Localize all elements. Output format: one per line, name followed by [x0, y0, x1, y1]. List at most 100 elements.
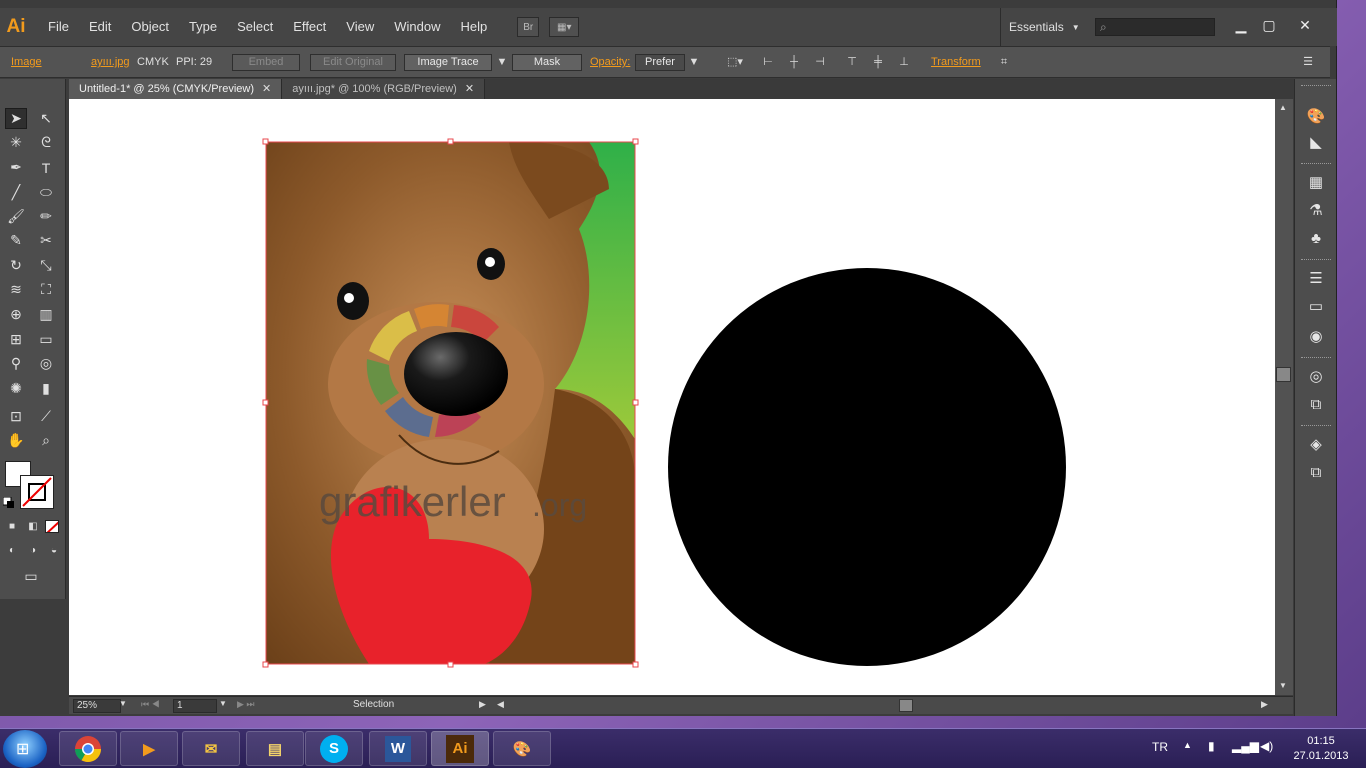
swatches-icon[interactable]: ▦ — [1305, 173, 1327, 193]
show-hidden-icons-icon[interactable]: ▲ — [1183, 740, 1192, 750]
align-horizontal-center-icon[interactable]: ┼ — [786, 55, 802, 70]
close-icon[interactable]: ✕ — [262, 79, 271, 99]
scissors-tool-icon[interactable]: ✂ — [35, 230, 57, 251]
menu-window[interactable]: Window — [384, 8, 450, 46]
taskbar-paint[interactable]: 🎨 — [493, 731, 551, 766]
transform-link[interactable]: Transform — [931, 47, 981, 78]
panel-menu-icon[interactable]: ☰ — [1300, 55, 1316, 70]
column-graph-tool-icon[interactable]: ▮ — [35, 378, 57, 399]
black-circle[interactable] — [668, 268, 1066, 666]
align-right-icon[interactable]: ⊣ — [812, 55, 828, 70]
image-trace-dropdown-icon[interactable]: ▼ — [494, 55, 510, 70]
status-menu-icon[interactable]: ▶ — [479, 699, 486, 710]
brushes-icon[interactable]: ⚗ — [1305, 201, 1327, 221]
color-guide-icon[interactable]: 🎨 — [1305, 107, 1327, 127]
scale-tool-icon[interactable]: ⤡ — [35, 255, 57, 276]
language-indicator[interactable]: TR — [1152, 740, 1168, 754]
symbol-sprayer-tool-icon[interactable]: ✺ — [5, 378, 27, 399]
handle-bottom-center[interactable] — [447, 661, 454, 668]
menu-edit[interactable]: Edit — [79, 8, 121, 46]
transparency-icon[interactable]: ◉ — [1305, 327, 1327, 347]
pencil-tool-icon[interactable]: ✏ — [35, 206, 57, 227]
taskbar-illustrator[interactable]: Ai — [431, 731, 489, 766]
taskbar-explorer[interactable]: ▤ — [246, 731, 304, 766]
taskbar-skype[interactable]: S — [305, 731, 363, 766]
handle-bottom-left[interactable] — [262, 661, 269, 668]
blend-tool-icon[interactable]: ◎ — [35, 353, 57, 374]
pen-tool-icon[interactable]: ✒ — [5, 157, 27, 178]
tab-ayiii-jpg[interactable]: ayııı.jpg* @ 100% (RGB/Preview) ✕ — [282, 79, 486, 99]
zoom-tool-icon[interactable]: ⌕ — [35, 430, 57, 451]
image-trace-button[interactable]: Image Trace — [404, 54, 492, 71]
mesh-tool-icon[interactable]: ⊞ — [5, 329, 27, 350]
network-signal-icon[interactable]: ▂▄▆ — [1232, 739, 1259, 753]
selection-tool-icon[interactable]: ➤ — [5, 108, 27, 129]
scrollbar-thumb[interactable] — [1276, 367, 1291, 382]
embed-button[interactable]: Embed — [232, 54, 300, 71]
warp-tool-icon[interactable]: ≋ — [5, 279, 27, 300]
select-similar-icon[interactable]: ⬚▾ — [724, 55, 746, 70]
close-icon[interactable]: ✕ — [465, 79, 474, 99]
opacity-link[interactable]: Opacity: — [590, 47, 630, 78]
draw-normal-icon[interactable]: ◐ — [3, 542, 21, 558]
default-colors-icon[interactable] — [2, 496, 15, 509]
menu-effect[interactable]: Effect — [283, 8, 336, 46]
artboard-canvas[interactable]: grafikerler .org — [69, 99, 1275, 695]
search-input[interactable]: ⌕ — [1095, 18, 1215, 36]
taskbar-outlook[interactable]: ✉ — [182, 731, 240, 766]
screen-mode-icon[interactable]: ▭ — [19, 567, 43, 585]
menu-type[interactable]: Type — [179, 8, 227, 46]
menu-object[interactable]: Object — [121, 8, 179, 46]
scroll-up-icon[interactable]: ▲ — [1279, 103, 1287, 112]
symbols-icon[interactable]: ♣ — [1305, 229, 1327, 249]
arrange-documents-button[interactable]: ▦▾ — [549, 17, 580, 37]
lasso-tool-icon[interactable]: ᘓ — [35, 132, 57, 153]
handle-bottom-right[interactable] — [632, 661, 639, 668]
gradient-icon[interactable]: ▭ — [1305, 297, 1327, 317]
fill-gradient-icon[interactable]: ◧ — [24, 518, 42, 534]
line-tool-icon[interactable]: ╱ — [5, 182, 27, 203]
handle-top-center[interactable] — [447, 138, 454, 145]
shape-builder-tool-icon[interactable]: ⊕ — [5, 304, 27, 325]
align-vertical-center-icon[interactable]: ╪ — [870, 55, 886, 70]
maximize-button[interactable]: ▢ — [1258, 16, 1280, 34]
handle-top-right[interactable] — [632, 138, 639, 145]
rotate-tool-icon[interactable]: ↻ — [5, 255, 27, 276]
mask-button[interactable]: Mask — [512, 54, 582, 71]
draw-inside-icon[interactable]: ◒ — [45, 542, 63, 558]
volume-icon[interactable]: ◀) — [1260, 739, 1273, 753]
workspace-switcher[interactable]: Essentials ▼ — [1000, 8, 1080, 46]
menu-select[interactable]: Select — [227, 8, 283, 46]
scroll-right-icon[interactable]: ▶ — [1261, 699, 1268, 710]
blob-brush-tool-icon[interactable]: ✎ — [5, 230, 27, 251]
horizontal-scrollbar-thumb[interactable] — [899, 699, 913, 712]
taskbar-chrome[interactable] — [59, 731, 117, 766]
handle-top-left[interactable] — [262, 138, 269, 145]
taskbar-word[interactable]: W — [369, 731, 427, 766]
edit-original-button[interactable]: Edit Original — [310, 54, 396, 71]
slice-tool-icon[interactable]: ⟋ — [35, 406, 57, 427]
hand-tool-icon[interactable]: ✋ — [5, 430, 27, 451]
object-type-link[interactable]: Image — [11, 47, 42, 78]
menu-view[interactable]: View — [336, 8, 384, 46]
artboard-tool-icon[interactable]: ⊡ — [5, 406, 27, 427]
tab-untitled-1[interactable]: Untitled-1* @ 25% (CMYK/Preview) ✕ — [69, 79, 283, 99]
ellipse-tool-icon[interactable]: ⬭ — [35, 182, 57, 203]
type-tool-icon[interactable]: T — [35, 157, 57, 178]
color-icon[interactable]: ◣ — [1305, 133, 1327, 153]
direct-selection-tool-icon[interactable]: ↖ — [35, 108, 57, 129]
bridge-button[interactable]: Br — [517, 17, 540, 37]
handle-middle-right[interactable] — [632, 399, 639, 406]
linked-file-link[interactable]: ayııı.jpg — [91, 47, 130, 78]
zoom-field[interactable]: 25% — [73, 699, 121, 713]
artboards-icon[interactable]: ⧉ — [1305, 463, 1327, 483]
menu-file[interactable]: File — [38, 8, 79, 46]
zoom-dropdown-icon[interactable]: ▼ — [119, 699, 127, 708]
magic-wand-tool-icon[interactable]: ✳ — [5, 132, 27, 153]
appearance-icon[interactable]: ◎ — [1305, 367, 1327, 387]
graphic-styles-icon[interactable]: ⧉ — [1305, 395, 1327, 415]
stroke-icon[interactable]: ☰ — [1305, 269, 1327, 289]
free-transform-tool-icon[interactable]: ⛶ — [35, 279, 57, 300]
opacity-dropdown-icon[interactable]: ▼ — [686, 55, 702, 70]
scroll-down-icon[interactable]: ▼ — [1279, 681, 1287, 690]
